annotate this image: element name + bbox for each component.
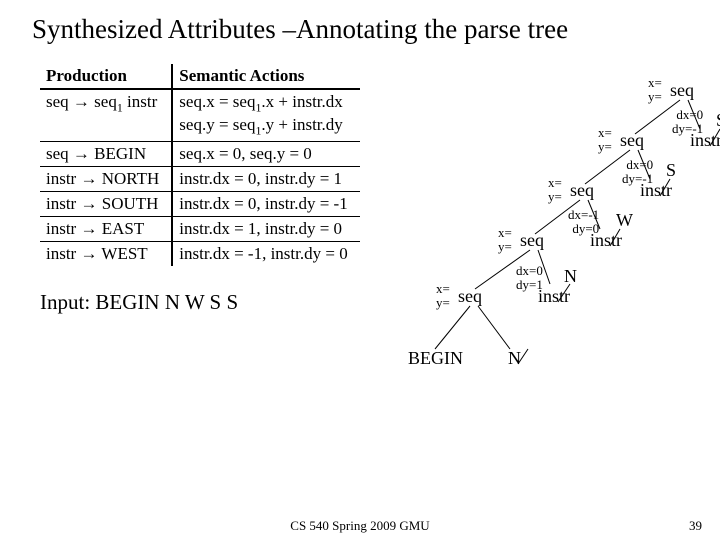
ann-xy-5: x=y= xyxy=(436,282,450,309)
ann-xy-4: x=y= xyxy=(498,226,512,253)
leaf-begin: BEGIN xyxy=(408,348,463,369)
node-instr-3: instr xyxy=(640,180,672,201)
table-row-production: instr → EAST xyxy=(40,216,172,241)
node-instr-4: instr xyxy=(590,230,622,251)
leaf-W-4: W xyxy=(616,210,633,231)
ann-xy-1: x=y= xyxy=(648,76,662,103)
leaf-S-3: S xyxy=(666,160,676,181)
leaf-N: N xyxy=(508,348,521,369)
node-seq-1: seq xyxy=(670,80,694,101)
node-seq-2: seq xyxy=(620,130,644,151)
table-row-production: instr → NORTH xyxy=(40,166,172,191)
table-row-production: seq → seq1 instr xyxy=(40,89,172,141)
ann-xy-3: x=y= xyxy=(548,176,562,203)
table-row-production: instr → WEST xyxy=(40,241,172,266)
node-instr-2: instr xyxy=(690,130,720,151)
node-instr-5: instr xyxy=(538,286,570,307)
parse-tree: x=y= seq x=y= seq dx=0dy=-1 instr S x=y=… xyxy=(330,74,720,424)
leaf-S-2: S xyxy=(716,110,720,131)
ann-xy-2: x=y= xyxy=(598,126,612,153)
footer-text: CS 540 Spring 2009 GMU xyxy=(0,518,720,534)
col-header-production: Production xyxy=(40,64,172,89)
grammar-table: Production Semantic Actions seq → seq1 i… xyxy=(40,64,360,266)
node-seq-3: seq xyxy=(570,180,594,201)
node-seq-5: seq xyxy=(458,286,482,307)
node-seq-4: seq xyxy=(520,230,544,251)
table-row-production: instr → SOUTH xyxy=(40,191,172,216)
page-number: 39 xyxy=(689,518,702,534)
table-row-production: seq → BEGIN xyxy=(40,141,172,166)
leaf-N-5: N xyxy=(564,266,577,287)
slide-title: Synthesized Attributes –Annotating the p… xyxy=(0,0,720,45)
